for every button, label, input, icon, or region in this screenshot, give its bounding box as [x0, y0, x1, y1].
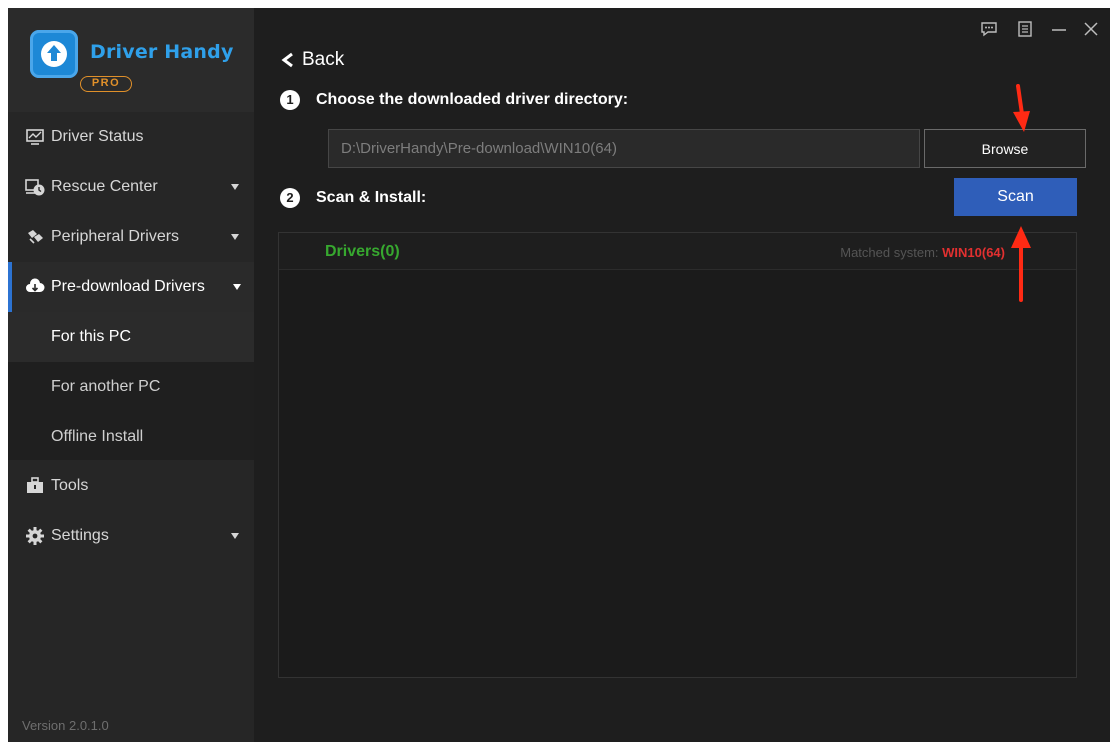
caret-down-icon [231, 184, 239, 190]
step-number: 1 [280, 90, 300, 110]
annotation-arrow-down-icon [1013, 84, 1030, 132]
sidebar-item-label: Rescue Center [51, 178, 158, 195]
drivers-list-header: Drivers(0) Matched system: WIN10(64) [279, 233, 1076, 270]
submenu-item-for-another-pc[interactable]: For another PC [8, 362, 254, 412]
sidebar-item-pre-download-drivers[interactable]: Pre-download Drivers [8, 262, 254, 312]
browse-button[interactable]: Browse [924, 129, 1086, 168]
drivers-list-panel: Drivers(0) Matched system: WIN10(64) [278, 232, 1077, 678]
directory-path-input[interactable] [328, 129, 920, 168]
matched-system-info: Matched system: WIN10(64) [840, 245, 1005, 260]
drivers-count-title: Drivers(0) [325, 243, 400, 260]
step-scan-install: 2 Scan & Install: [280, 188, 426, 208]
back-arrow-icon [281, 52, 293, 68]
sidebar-item-label: Settings [51, 527, 109, 544]
pro-badge: PRO [80, 76, 132, 92]
peripheral-plug-icon [28, 230, 43, 244]
submenu-item-offline-install[interactable]: Offline Install [8, 412, 254, 462]
monitor-icon [26, 129, 44, 145]
version-label: Version 2.0.1.0 [22, 718, 109, 733]
step-label: Scan & Install: [316, 189, 427, 206]
step-label: Choose the downloaded driver directory: [316, 91, 629, 108]
caret-down-icon [231, 234, 239, 240]
matched-system-value: WIN10(64) [942, 245, 1005, 260]
sidebar-item-label: Peripheral Drivers [51, 228, 180, 245]
step-choose-directory: 1 Choose the downloaded driver directory… [280, 90, 628, 110]
app-logo-icon [30, 30, 78, 78]
sidebar-item-settings[interactable]: Settings [8, 511, 254, 561]
sidebar: Driver Handy PRO Driver Status Rescue Ce… [8, 8, 254, 742]
caret-down-icon [231, 533, 239, 539]
sidebar-item-label: Tools [51, 477, 89, 494]
toolbox-icon [27, 477, 43, 493]
minimize-icon[interactable] [1050, 20, 1068, 38]
scan-button[interactable]: Scan [954, 178, 1077, 216]
menu-list-icon[interactable] [1016, 20, 1034, 38]
back-button[interactable]: Back [280, 48, 344, 72]
app-name: Driver Handy [90, 41, 234, 63]
logo-area: Driver Handy PRO [8, 8, 254, 112]
pre-download-submenu: For this PC For another PC Offline Insta… [8, 312, 254, 460]
back-label: Back [302, 49, 345, 70]
app-window: Driver Handy PRO Driver Status Rescue Ce… [8, 8, 1110, 742]
submenu-item-for-this-pc[interactable]: For this PC [8, 312, 254, 362]
sidebar-item-driver-status[interactable]: Driver Status [8, 112, 254, 162]
sidebar-item-label: Pre-download Drivers [51, 278, 205, 295]
close-icon[interactable] [1082, 20, 1100, 38]
submenu-item-label: For this PC [51, 328, 132, 345]
annotation-arrow-up-icon [1011, 226, 1031, 302]
submenu-item-label: Offline Install [51, 428, 144, 445]
sidebar-item-peripheral-drivers[interactable]: Peripheral Drivers [8, 212, 254, 262]
step-number: 2 [280, 188, 300, 208]
feedback-icon[interactable] [980, 20, 998, 38]
caret-down-icon [233, 284, 241, 290]
sidebar-item-tools[interactable]: Tools [8, 461, 254, 511]
sidebar-item-rescue-center[interactable]: Rescue Center [8, 162, 254, 212]
gear-icon [26, 527, 44, 545]
matched-system-label: Matched system: [840, 245, 939, 260]
cloud-download-icon [26, 278, 45, 292]
submenu-item-label: For another PC [51, 378, 161, 395]
rescue-clock-icon [25, 179, 45, 196]
sidebar-item-label: Driver Status [51, 128, 144, 145]
